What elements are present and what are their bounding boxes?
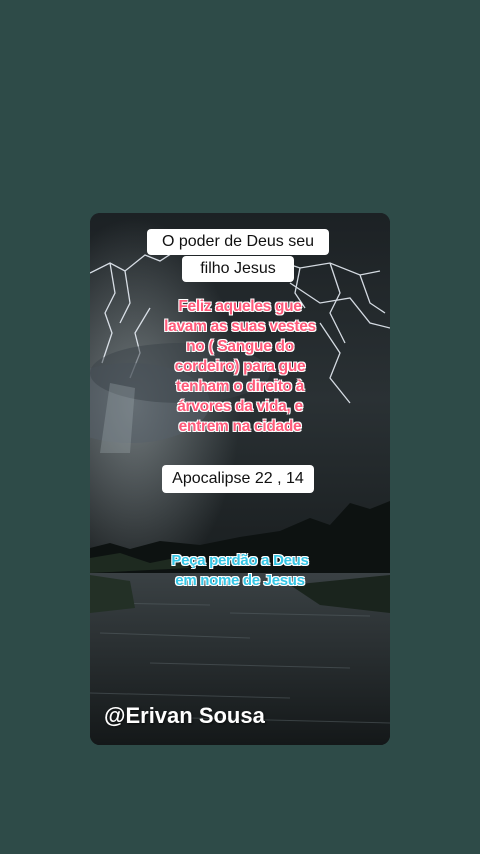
author-handle: @Erivan Sousa <box>104 703 265 728</box>
verse-text: Feliz aqueles gue lavam as suas vestes n… <box>135 297 345 437</box>
image-post-card[interactable]: O poder de Deus seu filho Jesus Feliz aq… <box>90 213 390 745</box>
verse-line: lavam as suas vestes <box>164 318 316 335</box>
plea-line: em nome de Jesus <box>175 572 305 589</box>
verse-line: no ( Sangue do <box>186 338 294 355</box>
post-title-line-1: O poder de Deus seu <box>147 229 329 255</box>
verse-line: entrem na cidade <box>178 418 302 435</box>
plea-line: Peça perdão a Deus <box>171 552 309 569</box>
verse-line: cordeiro) para gue <box>174 358 306 375</box>
page: O poder de Deus seu filho Jesus Feliz aq… <box>0 0 480 854</box>
verse-reference: Apocalipse 22 , 14 <box>162 465 314 493</box>
verse-line: árvores da vida, e <box>177 398 303 415</box>
verse-line: tenham o direito à <box>175 378 305 395</box>
verse-line: Feliz aqueles gue <box>178 298 302 315</box>
plea-text: Peça perdão a Deus em nome de Jesus <box>150 551 330 591</box>
post-title-line-2: filho Jesus <box>182 256 294 282</box>
